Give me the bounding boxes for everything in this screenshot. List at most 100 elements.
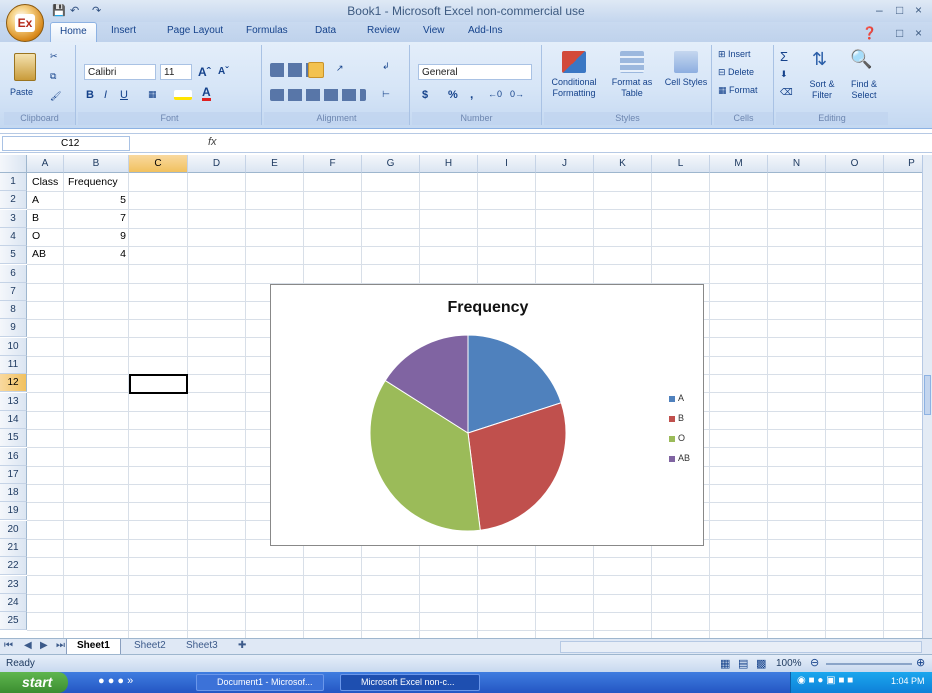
row-header-3[interactable]: 3 (0, 209, 27, 228)
borders-icon[interactable]: ▦ (148, 89, 157, 100)
vertical-scrollbar[interactable] (922, 155, 932, 638)
select-all-corner[interactable] (0, 155, 27, 173)
paste-icon[interactable] (14, 53, 36, 81)
cell-b2[interactable]: 5 (68, 191, 126, 209)
taskbar-excel[interactable]: Microsoft Excel non-c... (340, 674, 480, 691)
percent-button[interactable]: % (448, 89, 458, 101)
row-header-1[interactable]: 1 (0, 173, 27, 191)
cut-icon[interactable]: ✂ (50, 51, 58, 62)
column-header-d[interactable]: D (188, 155, 246, 173)
sheet-tab-1[interactable]: Sheet1 (66, 639, 121, 655)
redo-icon[interactable]: ↷ (92, 4, 101, 17)
row-header-13[interactable]: 13 (0, 392, 27, 411)
underline-button[interactable]: U (120, 89, 128, 101)
format-cells-button[interactable]: ▦ Format (718, 85, 758, 96)
row-header-23[interactable]: 23 (0, 575, 27, 594)
tab-page-layout[interactable]: Page Layout (167, 25, 223, 36)
formula-input[interactable] (230, 136, 928, 151)
column-header-a[interactable]: A (27, 155, 64, 173)
page-break-view-icon[interactable]: ▩ (756, 657, 766, 670)
insert-cells-button[interactable]: ⊞ Insert (718, 49, 751, 60)
tab-insert[interactable]: Insert (111, 25, 136, 36)
font-name-box[interactable]: Calibri (84, 64, 156, 80)
row-header-17[interactable]: 17 (0, 465, 27, 484)
row-header-22[interactable]: 22 (0, 557, 27, 576)
workbook-restore-icon[interactable]: □ (896, 26, 903, 40)
row-header-14[interactable]: 14 (0, 410, 27, 429)
cell-b4[interactable]: 9 (68, 227, 126, 245)
row-header-6[interactable]: 6 (0, 264, 27, 283)
font-color-icon[interactable]: A (202, 86, 211, 101)
find-select-button[interactable]: Find & Select (842, 79, 886, 101)
row-header-11[interactable]: 11 (0, 356, 27, 374)
pie-chart[interactable]: Frequency A B O AB (270, 284, 704, 546)
column-header-i[interactable]: I (478, 155, 536, 173)
start-button[interactable]: start (0, 672, 68, 693)
format-as-table-button[interactable]: Format as Table (606, 77, 658, 99)
decrease-decimal-icon[interactable]: 0→ (510, 89, 524, 99)
sheet-nav-first-icon[interactable]: ⏮ (0, 639, 17, 655)
tray-icons[interactable]: ◉ ■ ● ▣ ■ ■ (797, 675, 853, 686)
page-layout-view-icon[interactable]: ▤ (738, 657, 748, 670)
column-header-e[interactable]: E (246, 155, 304, 173)
wrap-text-icon[interactable]: ↲ (382, 61, 390, 72)
horizontal-align-icons[interactable] (270, 89, 366, 101)
row-header-15[interactable]: 15 (0, 429, 27, 448)
cell-styles-button[interactable]: Cell Styles (664, 77, 708, 88)
taskbar-word[interactable]: Document1 - Microsof... (196, 674, 324, 691)
cell-styles-icon[interactable] (674, 51, 698, 73)
row-header-10[interactable]: 10 (0, 337, 27, 356)
row-header-24[interactable]: 24 (0, 593, 27, 612)
cell-a2[interactable]: A (32, 191, 39, 209)
normal-view-icon[interactable]: ▦ (720, 657, 730, 670)
function-icon[interactable]: fx (208, 136, 217, 148)
format-painter-icon[interactable]: 🖌 (50, 91, 61, 102)
zoom-out-icon[interactable]: ⊖ (810, 656, 819, 669)
merge-center-icon[interactable]: ⊢ (382, 89, 390, 100)
column-header-o[interactable]: O (826, 155, 884, 173)
bold-button[interactable]: B (86, 89, 94, 101)
number-format-box[interactable]: General (418, 64, 532, 80)
column-header-b[interactable]: B (64, 155, 129, 173)
zoom-level[interactable]: 100% (776, 658, 802, 669)
tab-home[interactable]: Home (50, 22, 97, 42)
row-header-25[interactable]: 25 (0, 612, 27, 631)
row-header-18[interactable]: 18 (0, 484, 27, 503)
selected-cell-c12[interactable] (129, 374, 188, 394)
zoom-slider[interactable] (826, 663, 912, 665)
cell-b3[interactable]: 7 (68, 209, 126, 227)
row-header-8[interactable]: 8 (0, 301, 27, 320)
tab-formulas[interactable]: Formulas (246, 25, 288, 36)
row-header-21[interactable]: 21 (0, 539, 27, 557)
paste-label[interactable]: Paste (10, 87, 33, 97)
worksheet-grid[interactable]: ABCDEFGHIJKLMNOP 1 2 3 4 5 6 7 8 9 10 11 12 13 14 15 16… (0, 155, 922, 638)
conditional-formatting-button[interactable]: Conditional Formatting (546, 77, 602, 99)
workbook-close-icon[interactable]: × (915, 26, 922, 40)
grow-font-icon[interactable]: Aˆ (198, 65, 211, 79)
help-icon[interactable]: ❓ (862, 26, 877, 40)
tab-review[interactable]: Review (367, 25, 400, 36)
italic-button[interactable]: I (104, 89, 107, 101)
delete-cells-button[interactable]: ⊟ Delete (718, 67, 754, 78)
sheet-nav-next-icon[interactable]: ▶ (36, 639, 52, 655)
cell-a5[interactable]: AB (32, 245, 46, 263)
font-size-box[interactable]: 11 (160, 64, 192, 80)
copy-icon[interactable]: ⧉ (50, 71, 56, 82)
column-header-l[interactable]: L (652, 155, 710, 173)
column-header-k[interactable]: K (594, 155, 652, 173)
cell-a1[interactable]: Class (32, 173, 58, 191)
sheet-tab-2[interactable]: Sheet2 (124, 639, 176, 655)
office-button[interactable]: Ex (6, 4, 44, 42)
column-header-n[interactable]: N (768, 155, 826, 173)
column-header-h[interactable]: H (420, 155, 478, 173)
row-header-20[interactable]: 20 (0, 520, 27, 539)
column-header-j[interactable]: J (536, 155, 594, 173)
autosum-button[interactable]: Σ (780, 49, 788, 64)
close-icon[interactable]: × (915, 3, 922, 17)
column-header-p[interactable]: P (884, 155, 922, 173)
orientation-icon[interactable]: ↗ (336, 63, 344, 74)
tab-data[interactable]: Data (315, 25, 336, 36)
comma-button[interactable]: , (470, 87, 473, 101)
cell-a4[interactable]: O (32, 227, 40, 245)
sheet-tab-3[interactable]: Sheet3 (176, 639, 228, 655)
